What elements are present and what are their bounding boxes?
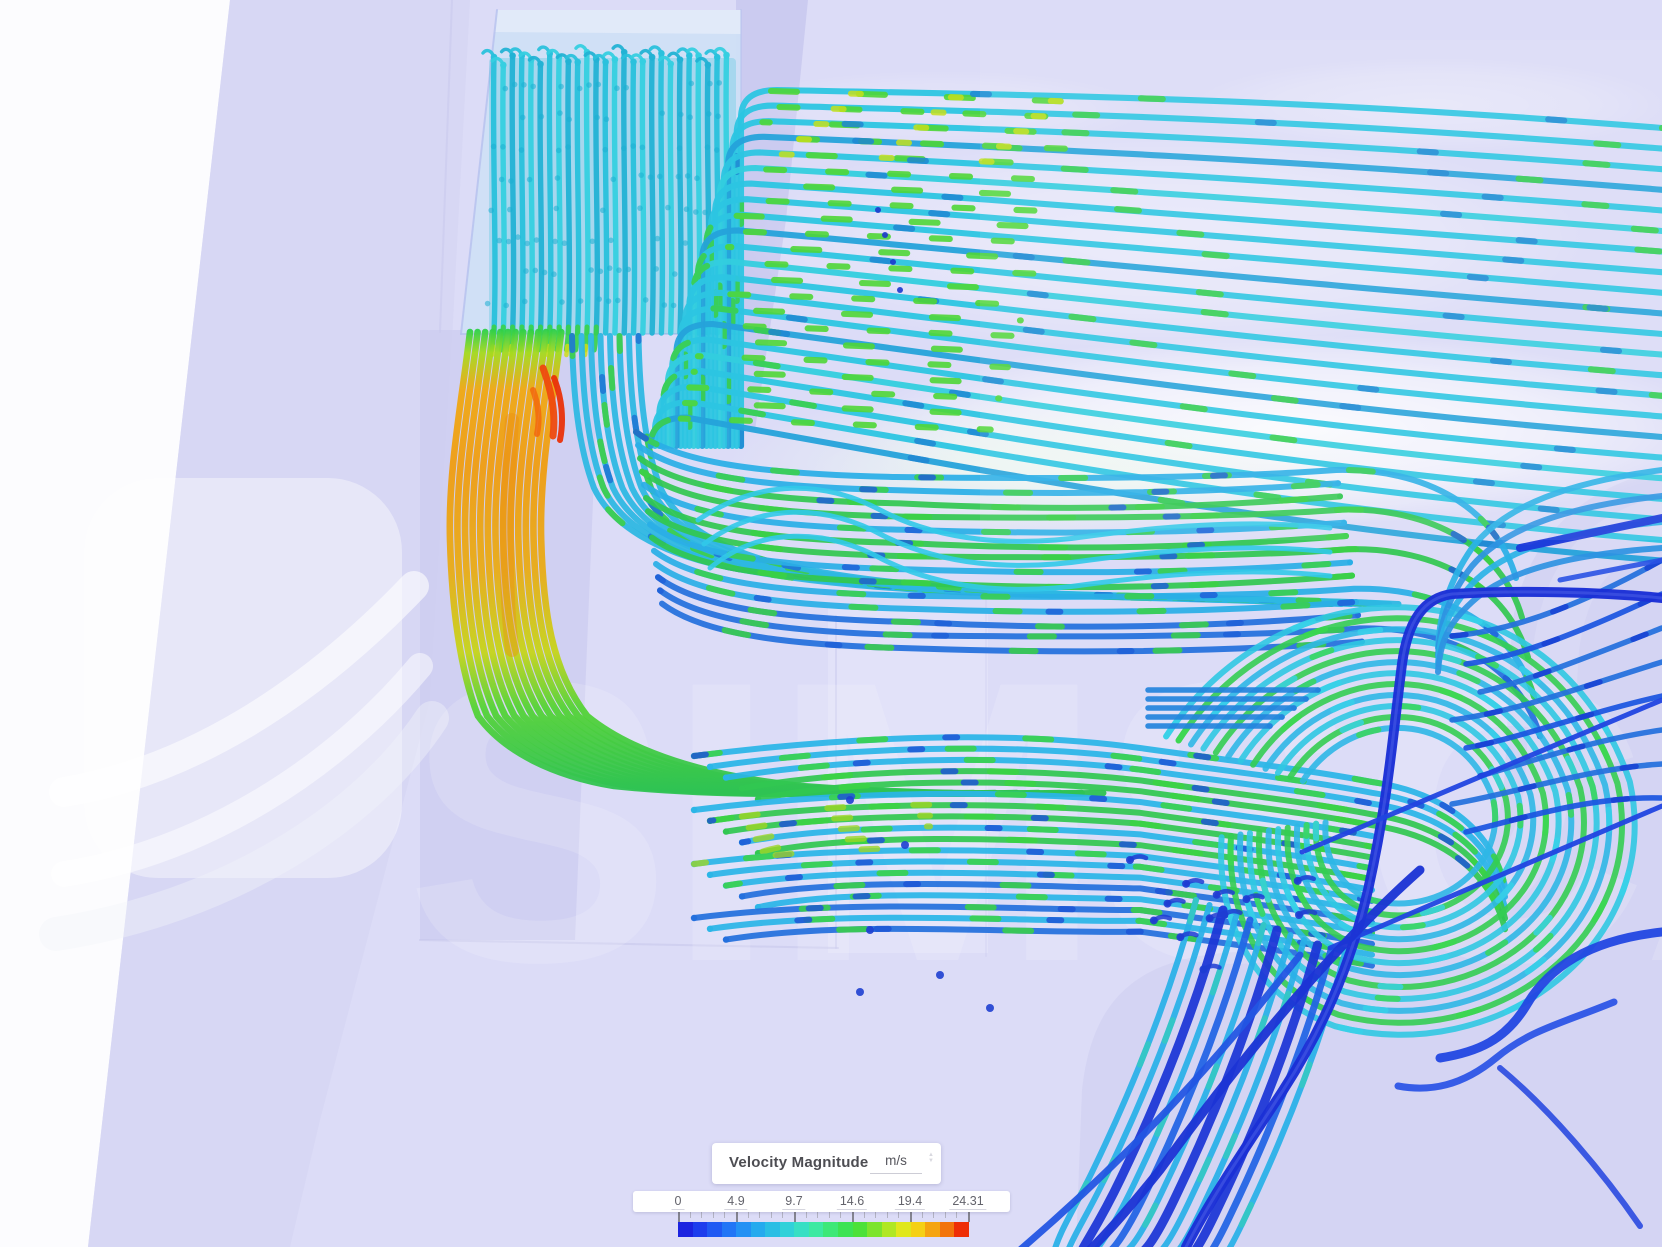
scale-tick-label[interactable]: 24.31 [949, 1194, 987, 1210]
colorbar-segment [852, 1222, 868, 1237]
colorbar-segment [823, 1222, 839, 1237]
field-name-label: Velocity Magnitude [729, 1154, 869, 1171]
colorbar-segment [910, 1222, 926, 1237]
colorbar-segment [954, 1222, 969, 1237]
colorbar-segment [707, 1222, 722, 1237]
scale-tick-label[interactable]: 9.7 [782, 1194, 806, 1210]
result-field-selector[interactable]: Velocity Magnitude m/s ▲ ▼ [712, 1143, 941, 1184]
colorbar-segment [692, 1222, 708, 1237]
colorbar-segment [721, 1222, 737, 1237]
colorbar-segment [896, 1222, 911, 1237]
colorbar-segment [765, 1222, 780, 1237]
colorbar-segment [808, 1222, 824, 1237]
colorbar-segment [779, 1222, 795, 1237]
cfd-viewport[interactable]: SIMSCALE Velocity Magnitude m/s ▲▼ 0 4.9 9… [0, 0, 1662, 1247]
scale-tick-label[interactable]: 0 [671, 1194, 685, 1210]
colorbar-segment [867, 1222, 882, 1237]
scale-tick-label[interactable]: 4.9 [724, 1194, 748, 1210]
colorbar-segment [881, 1222, 897, 1237]
colorbar-segment [838, 1222, 853, 1237]
unit-spinner-icon[interactable]: ▲ ▼ [928, 1152, 934, 1164]
colorbar-segment [939, 1222, 955, 1237]
colorbar-tick-ruler [678, 1212, 970, 1222]
unit-input[interactable]: m/s [870, 1153, 922, 1174]
colorbar-gradient [678, 1222, 969, 1237]
colorbar-scale: 0 4.9 9.7 14.6 19.4 24.31 [633, 1191, 1010, 1212]
colorbar-segment [750, 1222, 766, 1237]
streamline-render-canvas[interactable]: SIMSCALE [0, 0, 1662, 1247]
colorbar-segment [925, 1222, 940, 1237]
scale-tick-label[interactable]: 14.6 [836, 1194, 868, 1210]
colorbar-segment [794, 1222, 809, 1237]
colorbar-segment [736, 1222, 751, 1237]
lighting-overlay [980, 40, 1662, 540]
colorbar-segment [678, 1222, 693, 1237]
scale-tick-label[interactable]: 19.4 [894, 1194, 926, 1210]
